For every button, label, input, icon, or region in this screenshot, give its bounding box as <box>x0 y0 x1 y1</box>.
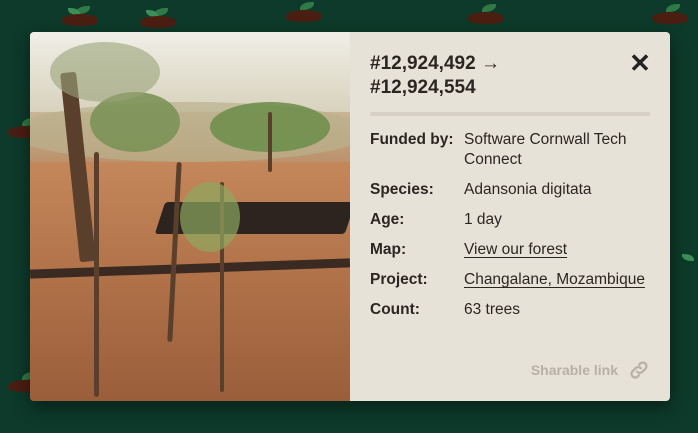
link-icon <box>630 361 648 379</box>
close-button[interactable]: ✕ <box>628 50 652 76</box>
title-line-end: #12,924,554 <box>370 77 476 98</box>
detail-row-species: Species: Adansonia digitata <box>370 180 650 200</box>
detail-row-age: Age: 1 day <box>370 210 650 230</box>
age-value: 1 day <box>464 211 502 228</box>
funder-value: Software Cornwall Tech Connect <box>464 131 627 168</box>
detail-label: Count: <box>370 301 420 318</box>
detail-label: Map: <box>370 241 407 258</box>
tree-range-title: #12,924,492 → #12,924,554 <box>370 52 610 100</box>
detail-label: Age: <box>370 211 405 228</box>
detail-label: Project: <box>370 271 428 288</box>
close-icon: ✕ <box>629 48 651 78</box>
sharable-link-button[interactable]: Sharable link <box>531 359 650 381</box>
detail-label: Species: <box>370 181 434 198</box>
detail-row-funded-by: Funded by: Software Cornwall Tech Connec… <box>370 130 650 170</box>
view-forest-link[interactable]: View our forest <box>464 241 567 258</box>
sharable-link-label: Sharable link <box>530 362 618 378</box>
divider <box>370 112 650 116</box>
count-value: 63 trees <box>464 301 521 318</box>
project-photo <box>30 32 350 401</box>
detail-label: Funded by: <box>370 131 454 148</box>
species-value: Adansonia digitata <box>464 181 592 198</box>
title-line-start: #12,924,492 → <box>370 53 500 74</box>
detail-row-project: Project: Changalane, Mozambique <box>370 270 650 290</box>
project-link[interactable]: Changalane, Mozambique <box>464 271 645 288</box>
tree-details-modal: #12,924,492 → #12,924,554 ✕ Funded by: S… <box>30 32 670 401</box>
details-panel: #12,924,492 → #12,924,554 ✕ Funded by: S… <box>350 32 670 401</box>
detail-row-count: Count: 63 trees <box>370 300 650 320</box>
detail-row-map: Map: View our forest <box>370 240 650 260</box>
